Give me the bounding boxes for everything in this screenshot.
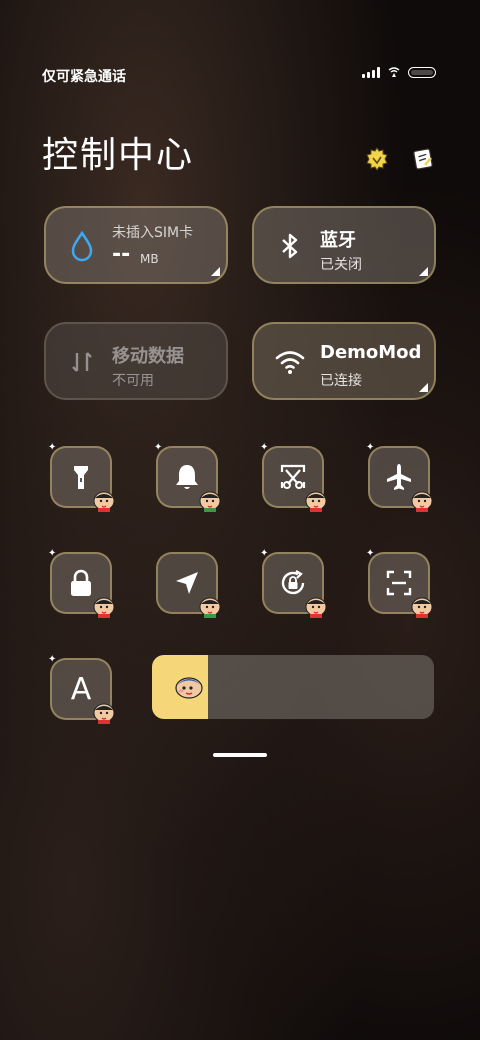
- flashlight-icon: [74, 466, 88, 489]
- tile-bluetooth[interactable]: 蓝牙 已关闭: [252, 206, 436, 284]
- shinchan-sticker-icon: [305, 597, 327, 618]
- toggle-screenshot[interactable]: ✦: [260, 442, 327, 512]
- toggle-location[interactable]: [156, 552, 221, 618]
- screenshot-scissors-icon: [280, 464, 306, 489]
- water-drop-icon: [71, 230, 93, 262]
- toggle-lock-screen[interactable]: ✦: [48, 548, 115, 618]
- sparkle-icon: ✦: [48, 548, 57, 559]
- tile-data-usage-label: 未插入SIM卡: [112, 225, 194, 241]
- toggle-flashlight[interactable]: ✦: [48, 442, 115, 512]
- battery-icon: [408, 66, 436, 78]
- page-title: 控制中心: [42, 135, 195, 176]
- sparkle-icon: ✦: [366, 548, 375, 559]
- tile-mobile-data[interactable]: 移动数据 不可用: [44, 322, 228, 400]
- expand-corner-icon: [211, 267, 220, 276]
- status-icons: [362, 66, 436, 78]
- status-text: 仅可紧急通话: [42, 69, 126, 85]
- shinchan-face-icon: [175, 677, 203, 699]
- sparkle-icon: ✦: [366, 442, 375, 453]
- airplane-icon: [387, 464, 411, 490]
- tile-wifi-label: DemoMod: [320, 342, 422, 363]
- shinchan-sticker-icon: [411, 597, 433, 618]
- sparkle-icon: ✦: [48, 654, 57, 665]
- status-bar: 仅可紧急通话: [0, 0, 480, 90]
- toggle-airplane-mode[interactable]: ✦: [366, 442, 433, 512]
- wifi-hotspot-icon: [388, 67, 400, 77]
- location-arrow-icon: [176, 572, 198, 594]
- toggle-ringer[interactable]: ✦: [154, 442, 221, 512]
- shinchan-sticker-icon: [305, 491, 327, 512]
- tile-bluetooth-label: 蓝牙: [320, 230, 356, 251]
- bell-icon: [176, 465, 198, 489]
- shinchan-sticker-icon: [199, 597, 221, 618]
- theme-icon[interactable]: [364, 146, 390, 172]
- shinchan-sticker-icon: [199, 491, 221, 512]
- bluetooth-icon: [282, 233, 298, 259]
- edit-icon[interactable]: [410, 146, 436, 172]
- sparkle-icon: ✦: [48, 442, 57, 453]
- toggle-rotation-lock[interactable]: ✦: [260, 548, 327, 618]
- toggle-scanner[interactable]: ✦: [366, 548, 433, 618]
- tile-wifi[interactable]: DemoMod 已连接: [252, 322, 436, 400]
- tile-data-usage[interactable]: 未插入SIM卡 -- MB: [44, 206, 228, 284]
- tile-mobile-data-label: 移动数据: [112, 346, 184, 367]
- shinchan-sticker-icon: [93, 597, 115, 618]
- sparkle-icon: ✦: [154, 442, 163, 453]
- lock-icon: [71, 569, 91, 596]
- toggle-auto-brightness[interactable]: ✦ A: [48, 654, 115, 724]
- rotation-lock-icon: [281, 570, 305, 595]
- sparkle-icon: ✦: [260, 442, 269, 453]
- tile-bluetooth-status: 已关闭: [320, 257, 362, 273]
- brightness-slider[interactable]: [152, 655, 434, 719]
- shinchan-sticker-icon: [93, 491, 115, 512]
- shinchan-sticker-icon: [411, 491, 433, 512]
- tile-data-usage-unit: MB: [140, 252, 159, 266]
- shinchan-sticker-icon: [93, 703, 115, 724]
- home-handle[interactable]: [213, 753, 267, 757]
- tile-wifi-status: 已连接: [320, 373, 362, 389]
- tile-mobile-data-status: 不可用: [112, 373, 154, 389]
- signal-icon: [362, 66, 380, 78]
- wifi-icon: [275, 351, 305, 374]
- expand-corner-icon: [419, 267, 428, 276]
- sparkle-icon: ✦: [260, 548, 269, 559]
- data-arrows-icon: [72, 352, 92, 372]
- tile-data-usage-value: --: [112, 242, 131, 267]
- scan-icon: [386, 570, 412, 596]
- expand-corner-icon: [419, 383, 428, 392]
